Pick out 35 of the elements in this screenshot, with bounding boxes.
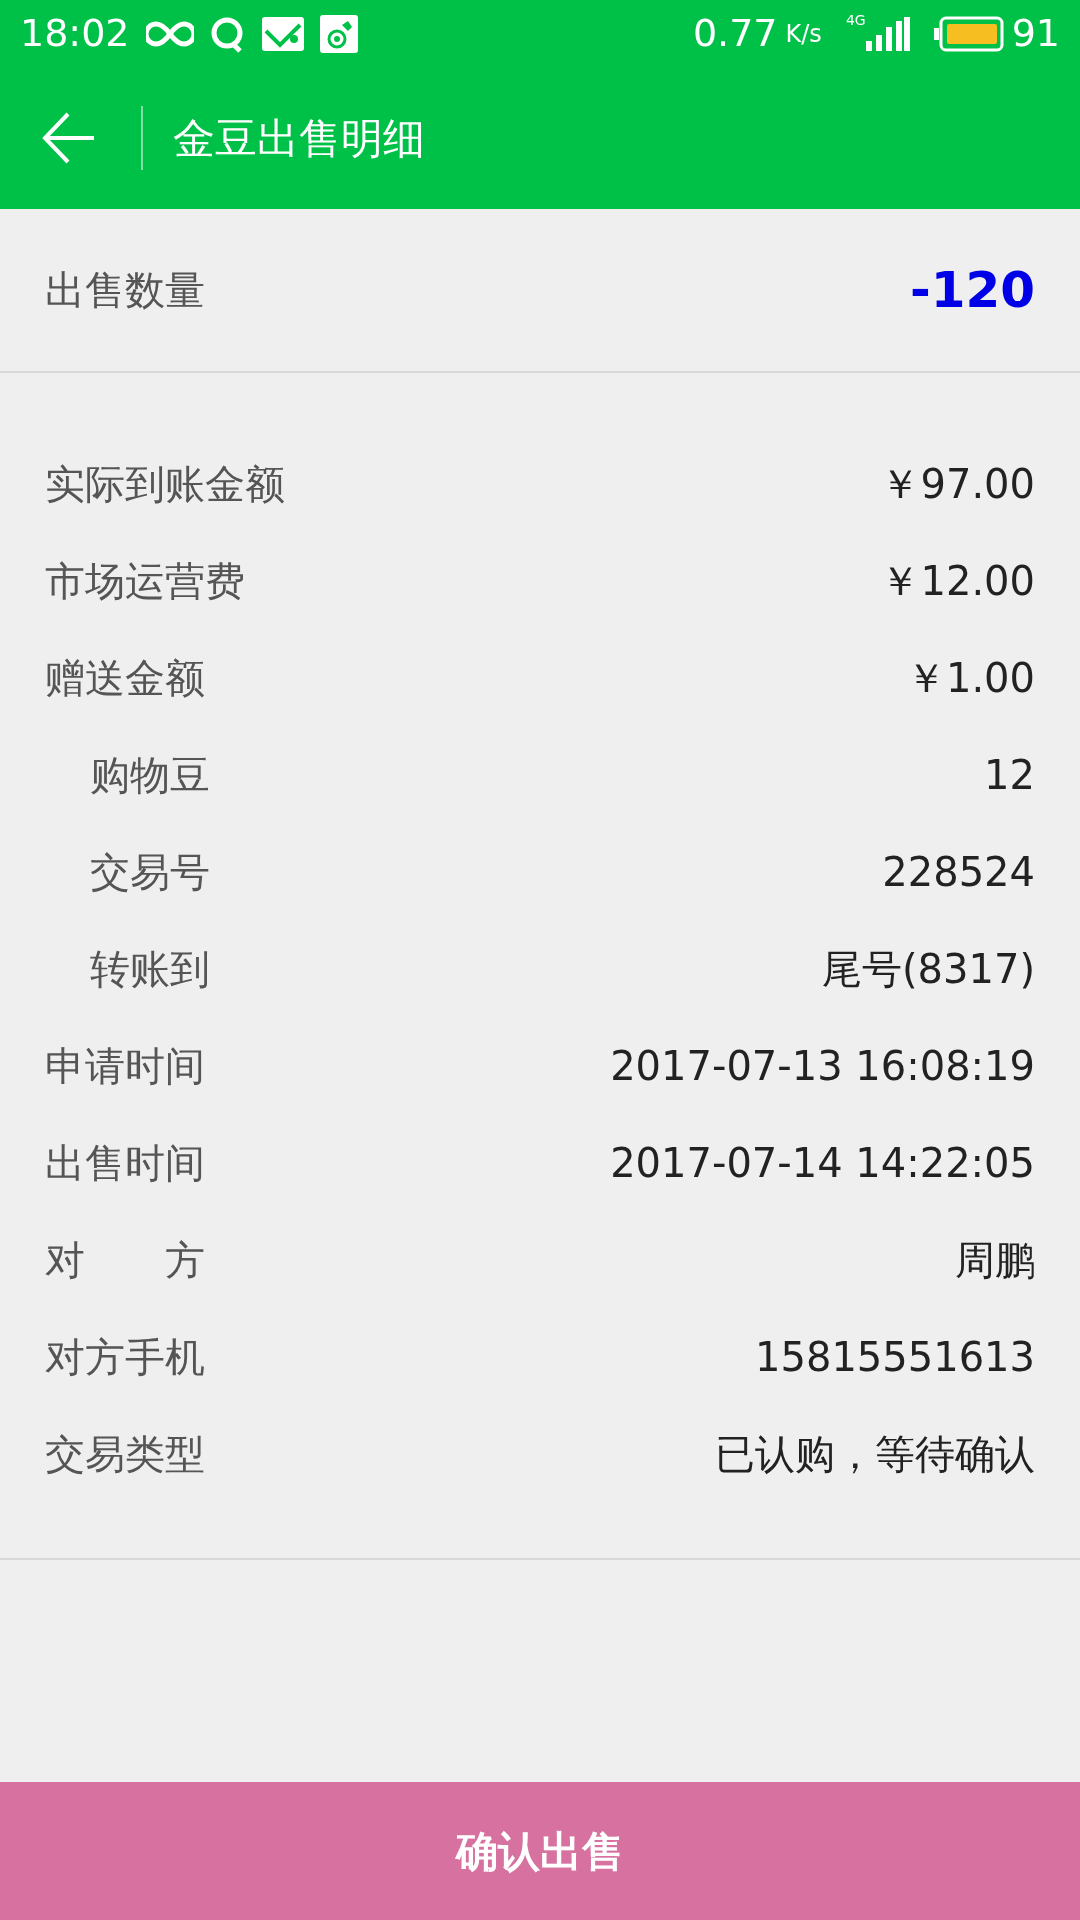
network-speed: 0.77	[692, 10, 778, 57]
clock-time: 18:02	[20, 10, 130, 57]
detail-label: 购物豆	[89, 750, 210, 800]
battery-icon	[933, 15, 1004, 52]
detail-value: 12	[984, 750, 1035, 800]
detail-value: 2017-07-13 16:08:19	[610, 1041, 1035, 1091]
detail-value: 228524	[882, 847, 1035, 897]
detail-label: 对方手机	[45, 1332, 205, 1382]
detail-value: 2017-07-14 14:22:05	[610, 1138, 1035, 1188]
detail-label: 转账到	[89, 944, 210, 994]
detail-label: 赠送金额	[45, 653, 205, 703]
battery-percent: 91	[1011, 10, 1060, 57]
detail-label: 申请时间	[45, 1041, 205, 1091]
detail-label: 交易类型	[45, 1429, 205, 1479]
detail-label: 实际到账金额	[45, 459, 285, 509]
detail-value: ￥12.00	[880, 556, 1035, 606]
network-type: 4G	[845, 11, 866, 30]
back-arrow-icon[interactable]	[42, 110, 96, 166]
detail-label: 交易号	[89, 847, 210, 897]
infinity-icon	[145, 20, 194, 47]
detail-value: ￥97.00	[880, 459, 1035, 509]
detail-value: 尾号(8317)	[822, 944, 1035, 994]
signal-icon	[865, 16, 910, 51]
quantity-label: 出售数量	[45, 266, 205, 315]
page-title: 金豆出售明细	[173, 112, 425, 165]
detail-value: ￥1.00	[905, 653, 1035, 703]
detail-label: 对 方	[45, 1235, 205, 1285]
speed-unit: K/s	[785, 18, 822, 50]
detail-value: 周鹏	[955, 1235, 1035, 1285]
detail-value: 已认购，等待确认	[715, 1429, 1035, 1479]
detail-label: 出售时间	[45, 1138, 205, 1188]
detail-value: 15815551613	[755, 1332, 1035, 1382]
confirm-sale-button[interactable]: 确认出售	[0, 1782, 1080, 1920]
detail-label: 市场运营费	[45, 556, 245, 606]
quantity-value: -120	[909, 259, 1035, 321]
